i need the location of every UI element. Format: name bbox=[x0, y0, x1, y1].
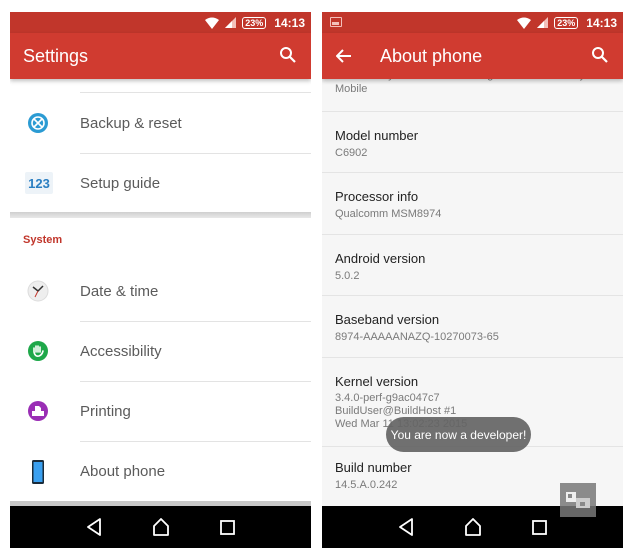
section-divider bbox=[10, 212, 311, 218]
settings-item-label: Accessibility bbox=[80, 342, 162, 360]
about-phone-screen: 23% 14:13 About phone Send anonymous dat… bbox=[322, 12, 623, 548]
backup-reset-icon bbox=[27, 112, 49, 134]
developer-toast: You are now a developer! bbox=[386, 417, 531, 452]
settings-item-label: About phone bbox=[80, 462, 166, 480]
item-title: Baseband version bbox=[335, 312, 440, 327]
list-item-android-version[interactable]: Android version 5.0.2 bbox=[322, 235, 623, 296]
recents-icon[interactable] bbox=[530, 517, 550, 537]
home-icon[interactable] bbox=[463, 517, 483, 537]
wifi-icon bbox=[517, 17, 532, 29]
back-triangle-icon[interactable] bbox=[84, 517, 104, 537]
page-title: About phone bbox=[380, 45, 483, 66]
clock-icon bbox=[27, 280, 49, 302]
settings-item-label: Printing bbox=[80, 402, 131, 420]
list-item-usage-stats[interactable]: Send anonymous data and usage statistics… bbox=[322, 79, 623, 112]
settings-item-accessibility[interactable]: Accessibility bbox=[10, 321, 311, 381]
accessibility-icon bbox=[27, 340, 49, 362]
list-item-processor-info[interactable]: Processor info Qualcomm MSM8974 bbox=[322, 173, 623, 235]
clock-time: 14:13 bbox=[274, 15, 305, 30]
item-title: Processor info bbox=[335, 189, 419, 204]
page-title: Settings bbox=[23, 45, 89, 66]
settings-item-label: Setup guide bbox=[80, 174, 161, 192]
settings-item-printing[interactable]: Printing bbox=[10, 381, 311, 441]
back-triangle-icon[interactable] bbox=[396, 517, 416, 537]
settings-item-label: Backup & reset bbox=[80, 114, 182, 132]
list-item-baseband-version[interactable]: Baseband version 8974-AAAAANAZQ-10270073… bbox=[322, 296, 623, 358]
status-bar: 23% 14:13 bbox=[10, 12, 311, 33]
settings-item-setup-guide[interactable]: 123 Setup guide bbox=[10, 153, 311, 213]
phone-icon bbox=[31, 460, 45, 484]
watermark-logo-icon bbox=[560, 483, 596, 517]
section-title-system: System bbox=[23, 234, 63, 246]
item-title: Build number bbox=[335, 460, 412, 475]
list-item-model-number[interactable]: Model number C6902 bbox=[322, 112, 623, 173]
item-title: Kernel version bbox=[335, 374, 419, 389]
setup-guide-icon: 123 bbox=[25, 172, 53, 194]
settings-item-label: Date & time bbox=[80, 282, 159, 300]
wifi-icon bbox=[205, 17, 220, 29]
settings-screen: 23% 14:13 Settings Backup & reset 123 Se… bbox=[10, 12, 311, 548]
printing-icon bbox=[27, 400, 49, 422]
item-value: 8974-AAAAANAZQ-10270073-65 bbox=[335, 331, 499, 343]
settings-list: Backup & reset 123 Setup guide System Da… bbox=[10, 79, 311, 506]
item-title: Android version bbox=[335, 251, 426, 266]
settings-item-backup-reset[interactable]: Backup & reset bbox=[10, 93, 311, 153]
home-icon[interactable] bbox=[151, 517, 171, 537]
navigation-bar bbox=[10, 506, 311, 548]
status-bar: 23% 14:13 bbox=[322, 12, 623, 33]
clock-time: 14:13 bbox=[586, 15, 617, 30]
search-icon[interactable] bbox=[279, 46, 299, 66]
item-value: 14.5.A.0.242 bbox=[335, 479, 398, 491]
search-icon[interactable] bbox=[591, 46, 611, 66]
battery-icon: 23% bbox=[554, 16, 579, 29]
item-text: Send anonymous data and usage statistics… bbox=[335, 79, 585, 82]
app-toolbar: About phone bbox=[322, 33, 623, 79]
settings-item-date-time[interactable]: Date & time bbox=[10, 261, 311, 321]
recents-icon[interactable] bbox=[218, 517, 238, 537]
image-notification-icon bbox=[330, 17, 342, 27]
settings-item-about-phone[interactable]: About phone bbox=[10, 441, 311, 501]
item-text: Mobile bbox=[335, 83, 368, 95]
item-value: 3.4.0-perf-g9ac047c7 bbox=[335, 392, 440, 404]
item-title: Model number bbox=[335, 128, 419, 143]
item-value: 5.0.2 bbox=[335, 270, 360, 282]
item-value: C6902 bbox=[335, 147, 368, 159]
battery-icon: 23% bbox=[242, 16, 267, 29]
signal-icon bbox=[225, 17, 237, 28]
item-value: Qualcomm MSM8974 bbox=[335, 208, 442, 220]
back-arrow-icon[interactable] bbox=[336, 46, 356, 66]
signal-icon bbox=[537, 17, 549, 28]
app-toolbar: Settings bbox=[10, 33, 311, 79]
